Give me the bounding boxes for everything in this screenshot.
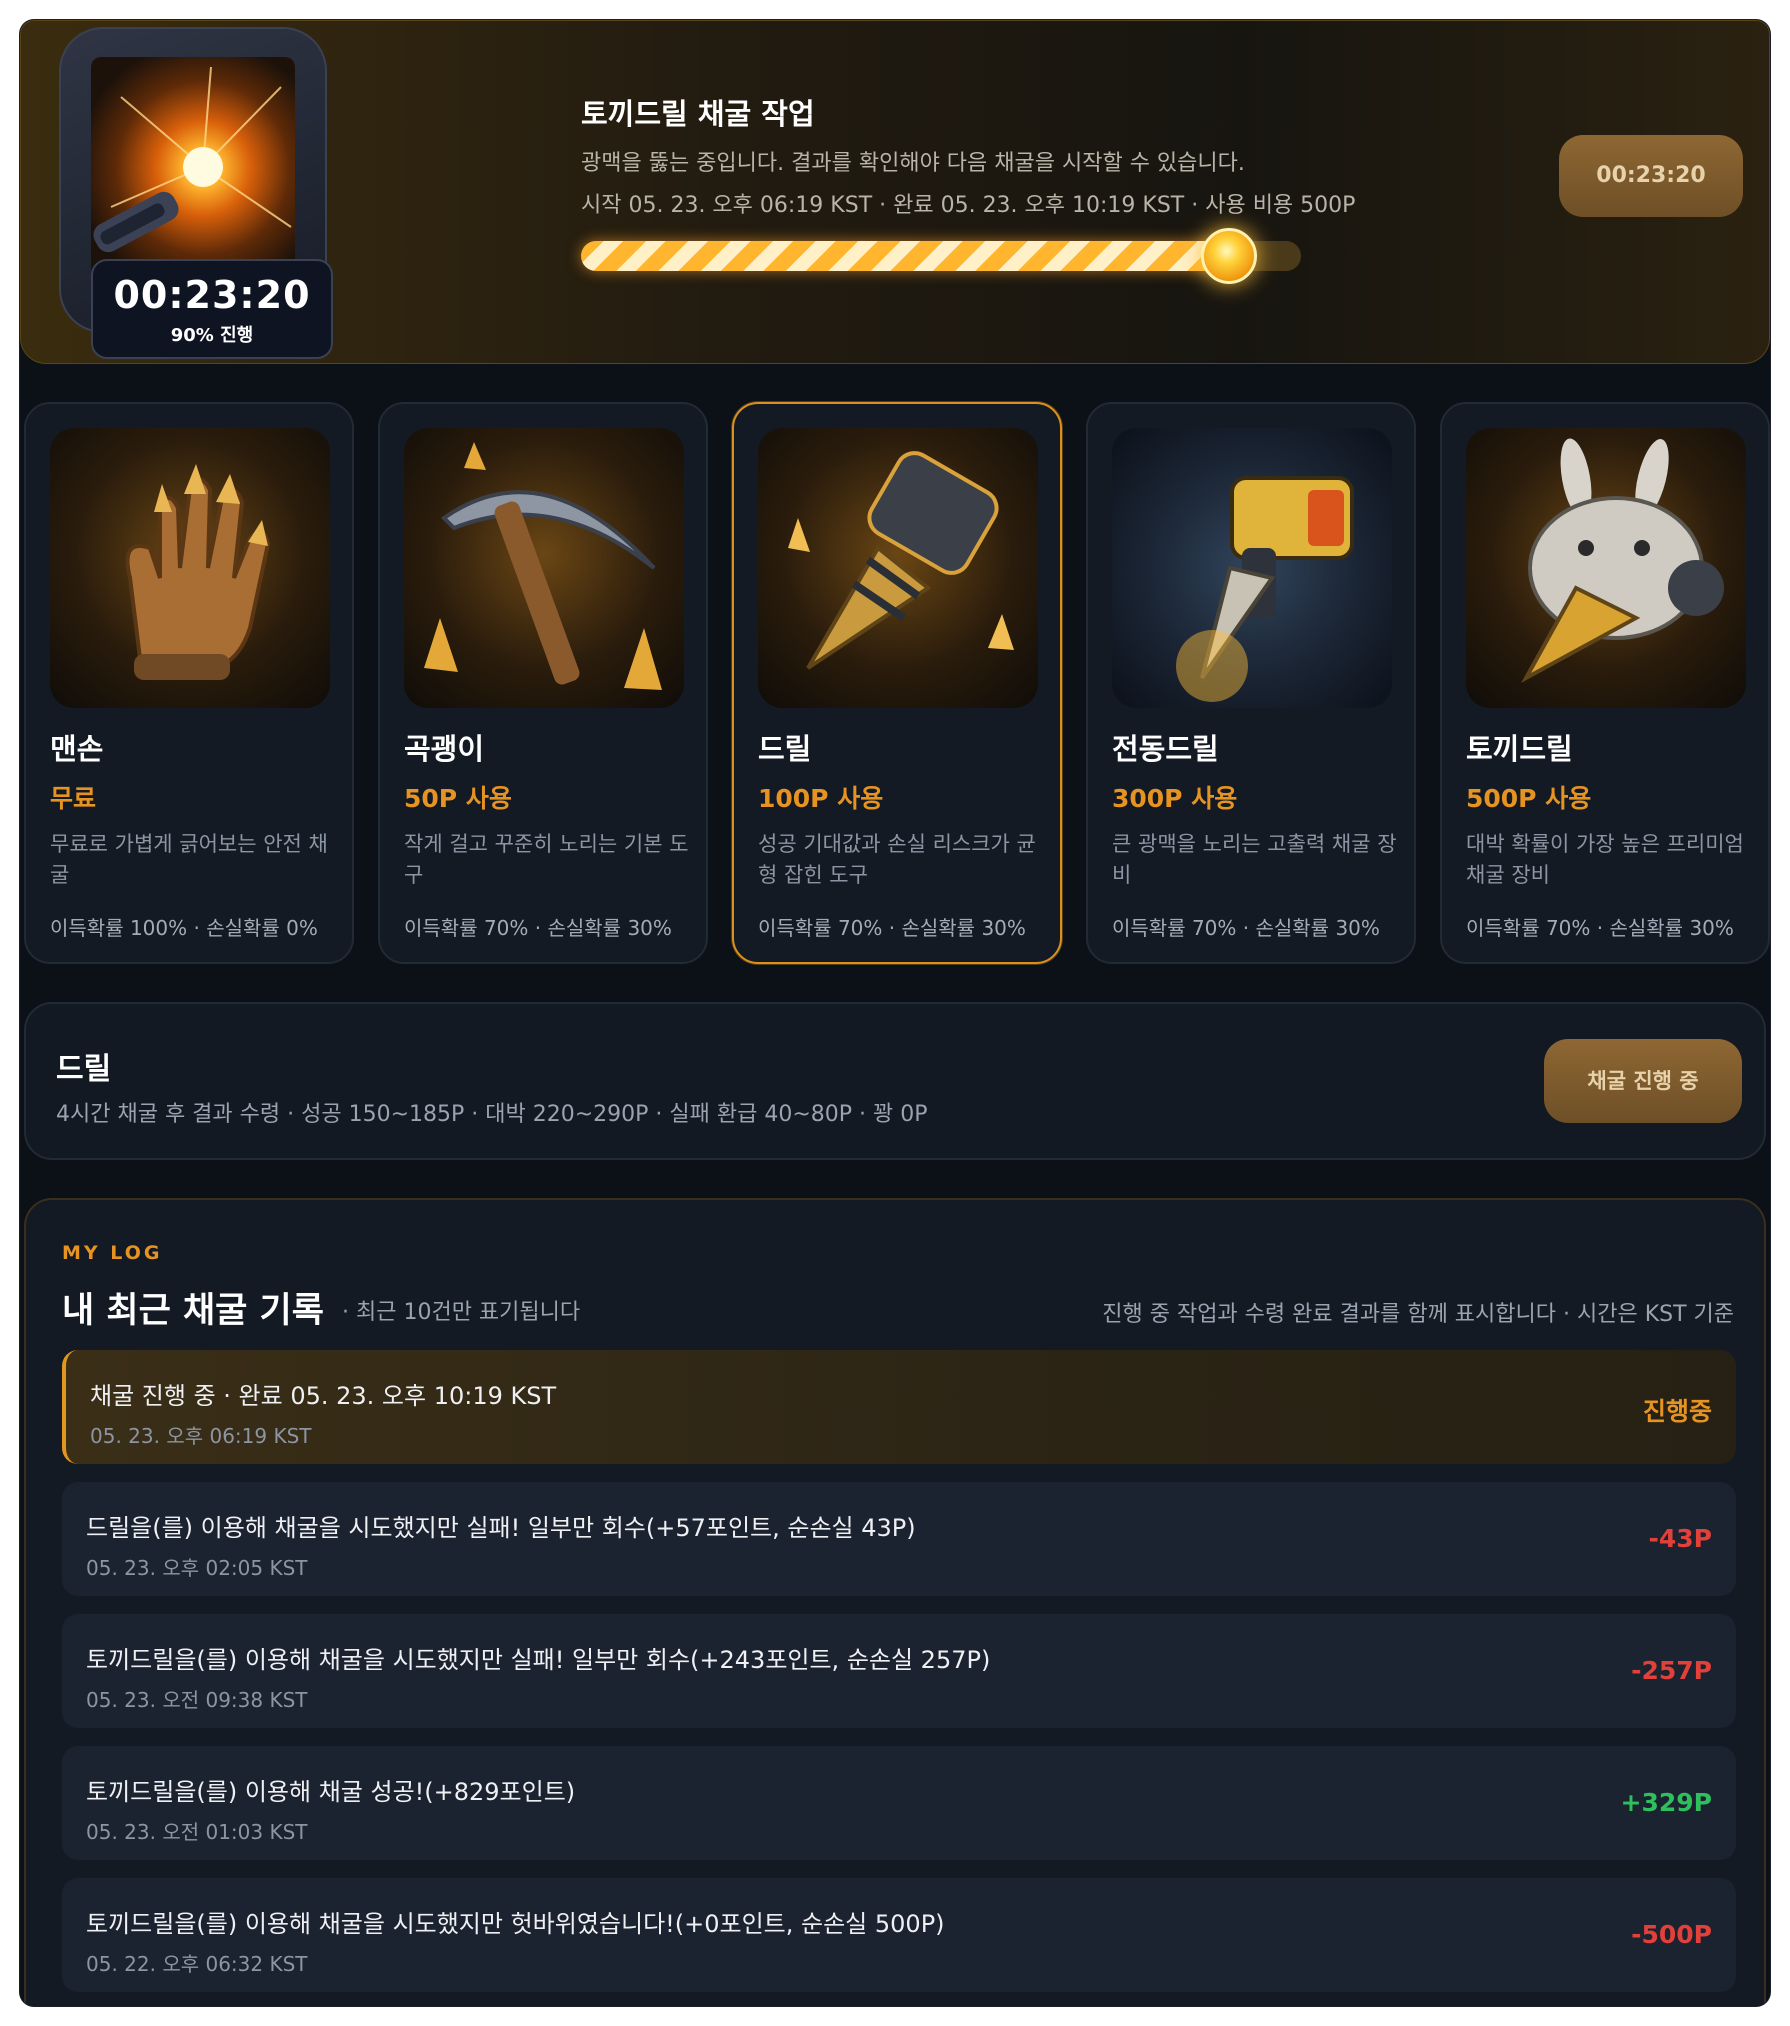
tool-card-power-drill[interactable]: 전동드릴 300P 사용 큰 광맥을 노리는 고출력 채굴 장비 이득확률 70…	[1086, 402, 1416, 964]
log-entry: 드릴을(를) 이용해 채굴을 시도했지만 실패! 일부만 회수(+57포인트, …	[62, 1482, 1736, 1596]
log-entry-value: -257P	[1631, 1656, 1712, 1685]
mining-job-description: 광맥을 뚫는 중입니다. 결과를 확인해야 다음 채굴을 시작할 수 있습니다.	[581, 151, 1245, 176]
mining-app: 00:23:20 90% 진행 토끼드릴 채굴 작업 광맥을 뚫는 중입니다. …	[20, 20, 1770, 2006]
log-entry-text: 드릴을(를) 이용해 채굴을 시도했지만 실패! 일부만 회수(+57포인트, …	[86, 1514, 916, 1542]
tool-card-bare-hands[interactable]: 맨손 무료 무료로 가볍게 긁어보는 안전 채굴 이득확률 100% · 손실확…	[24, 402, 354, 964]
selected-tool-name: 드릴	[56, 1052, 112, 1087]
selected-tool-panel: 드릴 4시간 채굴 후 결과 수령 · 성공 150~185P · 대박 220…	[24, 1002, 1766, 1160]
mining-job-title: 토끼드릴 채굴 작업	[581, 97, 815, 131]
tool-description: 작게 걸고 꾸준히 노리는 기본 도구	[404, 832, 689, 887]
log-entry: 토끼드릴을(를) 이용해 채굴을 시도했지만 헛바위였습니다!(+0포인트, 순…	[62, 1878, 1736, 1992]
tool-cost: 무료	[50, 784, 97, 813]
tool-cost: 300P 사용	[1112, 784, 1238, 813]
tool-name: 토끼드릴	[1466, 732, 1573, 766]
log-entry-text: 토끼드릴을(를) 이용해 채굴 성공!(+829포인트)	[86, 1778, 576, 1806]
mining-log: MY LOG 내 최근 채굴 기록 · 최근 10건만 표기됩니다 진행 중 작…	[24, 1198, 1766, 2006]
log-entry-text: 채굴 진행 중 · 완료 05. 23. 오후 10:19 KST	[90, 1382, 557, 1410]
log-entry-time: 05. 23. 오전 01:03 KST	[86, 1820, 308, 1844]
progress-knob	[1201, 228, 1257, 284]
mine-explosion-image	[91, 57, 295, 279]
tool-probability: 이득확률 70% · 손실확률 30%	[1112, 916, 1380, 940]
tool-card-rabbit-drill[interactable]: 토끼드릴 500P 사용 대박 확률이 가장 높은 프리미엄 채굴 장비 이득확…	[1440, 402, 1770, 964]
pickaxe-icon	[404, 428, 684, 708]
tool-description: 큰 광맥을 노리는 고출력 채굴 장비	[1112, 832, 1397, 887]
tool-cost: 100P 사용	[758, 784, 884, 813]
log-entry-time: 05. 23. 오후 02:05 KST	[86, 1556, 308, 1580]
tool-probability: 이득확률 70% · 손실확률 30%	[758, 916, 1026, 940]
log-entry-text: 토끼드릴을(를) 이용해 채굴을 시도했지만 헛바위였습니다!(+0포인트, 순…	[86, 1910, 945, 1938]
tool-probability: 이득확률 100% · 손실확률 0%	[50, 916, 318, 940]
log-entry-time: 05. 23. 오전 09:38 KST	[86, 1688, 308, 1712]
tool-description: 대박 확률이 가장 높은 프리미엄 채굴 장비	[1466, 832, 1744, 887]
log-entry-text: 토끼드릴을(를) 이용해 채굴을 시도했지만 실패! 일부만 회수(+243포인…	[86, 1646, 991, 1674]
rabbit-drill-icon	[1466, 428, 1746, 708]
log-entry-value: -500P	[1631, 1920, 1712, 1949]
log-title: 내 최근 채굴 기록	[62, 1291, 324, 1331]
log-entry-value: +329P	[1620, 1788, 1712, 1817]
log-entry-time: 05. 22. 오후 06:32 KST	[86, 1952, 308, 1976]
tool-card-pickaxe[interactable]: 곡괭이 50P 사용 작게 걸고 꾸준히 노리는 기본 도구 이득확률 70% …	[378, 402, 708, 964]
tool-cards: 맨손 무료 무료로 가볍게 긁어보는 안전 채굴 이득확률 100% · 손실확…	[20, 402, 1770, 964]
tool-description: 무료로 가볍게 긁어보는 안전 채굴	[50, 832, 328, 887]
hero-timer-box: 00:23:20 90% 진행	[91, 259, 333, 359]
tool-cost: 50P 사용	[404, 784, 512, 813]
progress-percent-label: 90% 진행	[170, 325, 254, 346]
log-entry: 토끼드릴을(를) 이용해 채굴을 시도했지만 실패! 일부만 회수(+243포인…	[62, 1614, 1736, 1728]
selected-tool-detail: 4시간 채굴 후 결과 수령 · 성공 150~185P · 대박 220~29…	[56, 1102, 928, 1127]
log-entry-value: 진행중	[1642, 1397, 1712, 1426]
log-kicker: MY LOG	[62, 1242, 163, 1264]
tool-name: 전동드릴	[1112, 732, 1219, 766]
log-right-note: 진행 중 작업과 수령 완료 결과를 함께 표시합니다 · 시간은 KST 기준	[1102, 1302, 1734, 1327]
countdown-timer: 00:23:20	[113, 273, 311, 317]
drill-icon	[758, 428, 1038, 708]
log-entry-in-progress: 채굴 진행 중 · 완료 05. 23. 오후 10:19 KST 05. 23…	[62, 1350, 1736, 1464]
timer-button[interactable]: 00:23:20	[1559, 135, 1743, 217]
tool-cost: 500P 사용	[1466, 784, 1592, 813]
power-drill-icon	[1112, 428, 1392, 708]
tool-name: 곡괭이	[404, 732, 485, 766]
mining-progress-bar	[581, 228, 1301, 284]
tool-card-drill[interactable]: 드릴 100P 사용 성공 기대값과 손실 리스크가 균형 잡힌 도구 이득확률…	[732, 402, 1062, 964]
tool-probability: 이득확률 70% · 손실확률 30%	[404, 916, 672, 940]
start-mining-button[interactable]: 채굴 진행 중	[1544, 1039, 1742, 1123]
tool-probability: 이득확률 70% · 손실확률 30%	[1466, 916, 1734, 940]
log-note: · 최근 10건만 표기됩니다	[342, 1300, 581, 1325]
tool-name: 드릴	[758, 732, 812, 766]
glove-icon	[50, 428, 330, 708]
log-entry: 토끼드릴을(를) 이용해 채굴 성공!(+829포인트) 05. 23. 오전 …	[62, 1746, 1736, 1860]
log-entry-time: 05. 23. 오후 06:19 KST	[90, 1424, 312, 1448]
mining-job-meta: 시작 05. 23. 오후 06:19 KST · 완료 05. 23. 오후 …	[581, 193, 1356, 218]
tool-name: 맨손	[50, 732, 104, 766]
progress-bar-fill	[581, 241, 1229, 271]
log-entry-value: -43P	[1648, 1524, 1713, 1553]
active-mining-banner: 00:23:20 90% 진행 토끼드릴 채굴 작업 광맥을 뚫는 중입니다. …	[20, 20, 1770, 364]
tool-description: 성공 기대값과 손실 리스크가 균형 잡힌 도구	[758, 832, 1036, 887]
